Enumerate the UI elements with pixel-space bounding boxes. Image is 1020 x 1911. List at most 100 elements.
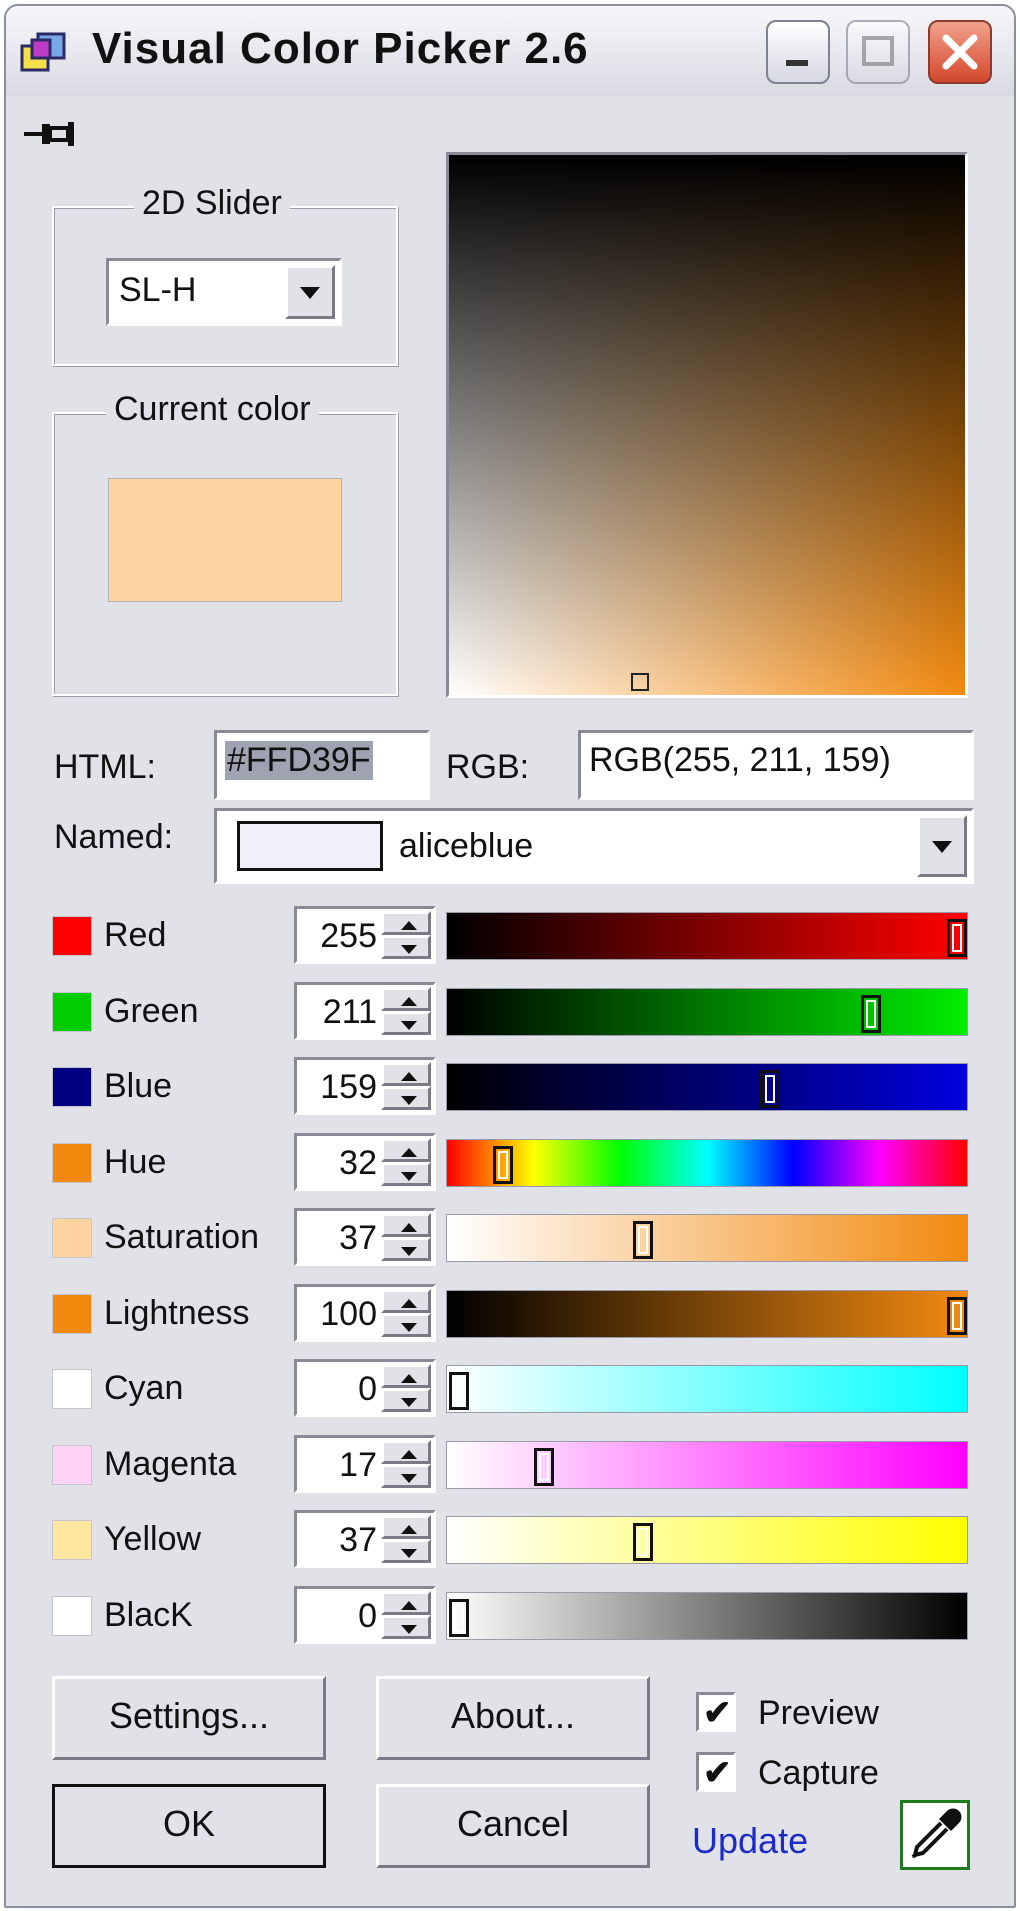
- spin-down-button[interactable]: [381, 1312, 431, 1337]
- slider-thumb[interactable]: [449, 1372, 469, 1410]
- maximize-button[interactable]: [846, 20, 910, 84]
- spin-buttons: [381, 1515, 431, 1563]
- slider-thumb[interactable]: [633, 1523, 654, 1561]
- channel-slider[interactable]: [446, 912, 968, 960]
- spin-down-button[interactable]: [381, 1161, 431, 1186]
- slider-thumb[interactable]: [860, 994, 881, 1033]
- channel-label: Yellow: [104, 1520, 202, 1558]
- html-input[interactable]: #FFD39F: [214, 730, 430, 800]
- named-color-select[interactable]: aliceblue: [214, 808, 974, 884]
- channel-spinbox[interactable]: 0: [294, 1359, 436, 1417]
- slider-thumb[interactable]: [633, 1221, 654, 1259]
- rgb-input[interactable]: RGB(255, 211, 159): [578, 730, 974, 800]
- channel-slider[interactable]: [446, 1365, 968, 1413]
- channel-label: Hue: [104, 1142, 167, 1181]
- channel-value: 100: [320, 1294, 377, 1333]
- spin-down-button[interactable]: [381, 1010, 431, 1035]
- spin-down-button[interactable]: [381, 1539, 431, 1563]
- checkmark-icon: ✔: [703, 1754, 732, 1792]
- channel-slider[interactable]: [446, 1516, 968, 1564]
- slider2d-dropdown-button[interactable]: [285, 265, 335, 319]
- named-dropdown-button[interactable]: [917, 815, 967, 877]
- preview-checkbox[interactable]: ✔: [696, 1692, 736, 1732]
- update-link[interactable]: Update: [692, 1820, 808, 1862]
- spin-buttons: [381, 1288, 431, 1337]
- channel-spinbox[interactable]: 37: [294, 1510, 436, 1568]
- current-color-group: Current color: [52, 390, 398, 696]
- spin-down-button[interactable]: [381, 1614, 431, 1639]
- spin-down-button[interactable]: [381, 935, 431, 959]
- cancel-button[interactable]: Cancel: [376, 1784, 650, 1868]
- spin-up-button[interactable]: [381, 1288, 431, 1313]
- spin-down-button[interactable]: [381, 1086, 431, 1110]
- slider-thumb[interactable]: [449, 1598, 469, 1637]
- eyedropper-icon: [911, 1808, 962, 1859]
- color-plane[interactable]: [446, 152, 968, 698]
- arrow-down-icon: [401, 1473, 417, 1483]
- channel-value: 0: [358, 1370, 377, 1408]
- preview-label: Preview: [758, 1694, 879, 1732]
- channel-slider[interactable]: [446, 1440, 968, 1489]
- capture-checkbox[interactable]: ✔: [696, 1752, 736, 1792]
- pin-icon[interactable]: [20, 114, 76, 154]
- channel-label: Lightness: [104, 1293, 250, 1332]
- channel-slider[interactable]: [446, 1214, 968, 1262]
- settings-button-label: Settings...: [108, 1695, 270, 1736]
- spin-up-button[interactable]: [381, 1213, 431, 1237]
- channel-slider[interactable]: [446, 1063, 968, 1111]
- slider-thumb[interactable]: [759, 1070, 780, 1108]
- plane-marker[interactable]: [630, 673, 649, 691]
- slider-thumb[interactable]: [533, 1447, 554, 1486]
- spin-down-button[interactable]: [381, 1388, 431, 1412]
- spin-up-button[interactable]: [381, 986, 431, 1011]
- close-button[interactable]: [928, 20, 992, 84]
- spin-down-button[interactable]: [381, 1237, 431, 1261]
- spin-up-button[interactable]: [381, 911, 431, 935]
- channel-slider[interactable]: [446, 987, 968, 1036]
- slider2d-mode-value: SL-H: [119, 271, 197, 309]
- slider-thumb[interactable]: [493, 1145, 514, 1184]
- about-button[interactable]: About...: [376, 1676, 650, 1760]
- channel-row-black: BlacK 0: [6, 1585, 1014, 1648]
- channel-row-cyan: Cyan 0: [6, 1359, 1014, 1421]
- channel-slider[interactable]: [446, 1289, 968, 1338]
- spin-up-button[interactable]: [381, 1590, 431, 1615]
- arrow-up-icon: [401, 1223, 417, 1232]
- channel-slider[interactable]: [446, 1138, 968, 1187]
- arrow-up-icon: [401, 1298, 417, 1308]
- maximize-icon: [862, 36, 894, 66]
- channel-spinbox[interactable]: 211: [294, 981, 436, 1040]
- spin-up-button[interactable]: [381, 1062, 431, 1086]
- ok-button[interactable]: OK: [52, 1784, 326, 1868]
- channel-spinbox[interactable]: 37: [294, 1208, 436, 1266]
- channel-swatch: [52, 1293, 92, 1334]
- arrow-up-icon: [401, 921, 417, 930]
- eyedropper-button[interactable]: [900, 1800, 970, 1870]
- slider2d-mode-select[interactable]: SL-H: [106, 258, 342, 326]
- spin-up-button[interactable]: [381, 1515, 431, 1539]
- rgb-label: RGB:: [446, 748, 530, 786]
- channel-slider[interactable]: [446, 1591, 968, 1640]
- settings-button[interactable]: Settings...: [52, 1676, 326, 1760]
- channel-spinbox[interactable]: 159: [294, 1057, 436, 1115]
- channel-spinbox[interactable]: 17: [294, 1434, 436, 1493]
- spin-down-button[interactable]: [381, 1463, 431, 1488]
- minimize-button[interactable]: [766, 20, 830, 84]
- slider-thumb[interactable]: [947, 919, 967, 957]
- app-icon: [20, 32, 66, 72]
- spin-up-button[interactable]: [381, 1364, 431, 1388]
- channel-row-magenta: Magenta 17: [6, 1434, 1014, 1497]
- spin-up-button[interactable]: [381, 1439, 431, 1464]
- spin-up-button[interactable]: [381, 1137, 431, 1162]
- channel-spinbox[interactable]: 255: [294, 906, 436, 964]
- title-bar[interactable]: Visual Color Picker 2.6: [6, 6, 1014, 97]
- html-value: #FFD39F: [225, 741, 373, 780]
- channel-swatch: [52, 916, 92, 956]
- slider-thumb[interactable]: [947, 1296, 967, 1335]
- spin-buttons: [381, 1439, 431, 1488]
- channel-row-yellow: Yellow 37: [6, 1510, 1014, 1572]
- channel-spinbox[interactable]: 32: [294, 1132, 436, 1191]
- channel-value: 211: [322, 992, 377, 1031]
- channel-spinbox[interactable]: 100: [294, 1283, 436, 1342]
- channel-spinbox[interactable]: 0: [294, 1585, 436, 1644]
